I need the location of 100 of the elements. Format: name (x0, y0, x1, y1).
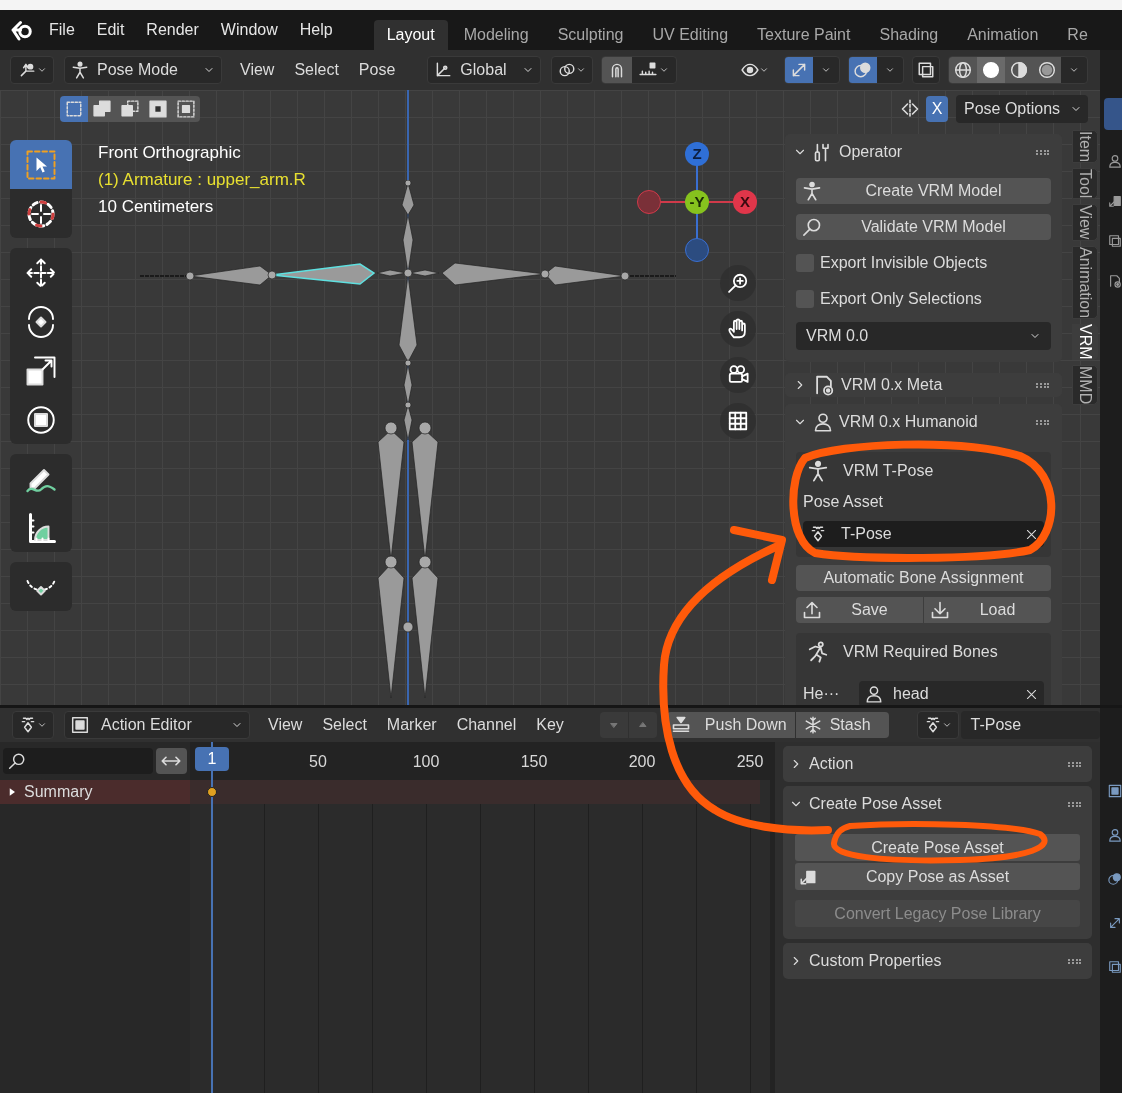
panel-button[interactable]: Copy Pose as Asset (795, 863, 1080, 890)
field-label: He··· (803, 684, 841, 704)
editor-type-button[interactable] (12, 711, 54, 739)
tool-button[interactable] (10, 189, 72, 238)
selection-mode-button[interactable] (88, 95, 116, 122)
action-browse-button[interactable] (916, 711, 959, 739)
menu-item[interactable]: View (230, 58, 285, 82)
move-down-button[interactable] (599, 712, 628, 738)
mirror-icon (900, 98, 920, 119)
menu-item[interactable]: Key (526, 713, 574, 737)
stash-button[interactable]: Stash (795, 712, 889, 738)
swap-button[interactable] (155, 748, 187, 774)
sidebar-tab[interactable]: View (1072, 204, 1098, 241)
menu-item[interactable]: Marker (376, 713, 447, 737)
drag-handle-icon[interactable] (1036, 149, 1050, 155)
channel-row[interactable]: Summary (0, 780, 190, 804)
mode-dropdown[interactable]: Pose Mode (64, 56, 222, 84)
menu-item[interactable]: Channel (446, 713, 527, 737)
panel-title[interactable]: VRM 0.x Humanoid (839, 410, 978, 434)
drag-handle-icon[interactable] (1036, 382, 1050, 388)
workspace-tab[interactable]: Layout (373, 20, 448, 50)
checkbox-label[interactable]: Export Only Selections (820, 287, 982, 311)
editor-type-button[interactable] (10, 56, 54, 84)
drag-handle-icon[interactable] (1068, 761, 1082, 767)
drag-handle-icon[interactable] (1068, 958, 1082, 964)
xray-toggle[interactable] (912, 56, 940, 84)
save-button[interactable]: Save (796, 597, 923, 623)
push-down-button[interactable]: Push Down (666, 712, 795, 738)
tool-button[interactable] (10, 454, 72, 503)
mirror-x-toggle[interactable]: X (926, 95, 948, 122)
overlay-toggle[interactable] (849, 57, 877, 83)
drag-handle-icon[interactable] (1036, 419, 1050, 425)
workspace-tab[interactable]: Modeling (450, 20, 542, 50)
navigation-button[interactable] (720, 357, 756, 393)
menu-item[interactable]: View (258, 713, 313, 737)
keyframe-marker[interactable] (207, 787, 217, 797)
gizmo-toggle[interactable] (785, 57, 813, 83)
pose-options-dropdown[interactable]: Pose Options (956, 94, 1088, 123)
eye-icon (741, 61, 759, 79)
pose-asset-field[interactable]: T-Pose (803, 521, 1044, 547)
sidebar-tab[interactable]: MMD (1072, 364, 1098, 405)
pivot-dropdown[interactable] (551, 56, 594, 84)
workspace-tab[interactable]: Animation (954, 20, 1052, 50)
tool-button[interactable] (10, 395, 72, 444)
load-button[interactable]: Load (924, 597, 1051, 623)
menu-item[interactable]: Edit (85, 18, 136, 42)
shading-button[interactable] (949, 57, 977, 83)
snap-toggle[interactable] (602, 57, 633, 83)
orientation-dropdown[interactable]: Global (427, 56, 542, 84)
drag-handle-icon[interactable] (1068, 801, 1082, 807)
panel-title[interactable]: Action (809, 752, 854, 776)
workspace-tab[interactable]: Re (1054, 20, 1101, 50)
workspace-tab[interactable]: Texture Paint (744, 20, 864, 50)
search-field[interactable] (3, 748, 153, 774)
field-label: Pose Asset (803, 492, 885, 512)
bone-field[interactable]: head (859, 681, 1044, 705)
selection-mode-button[interactable] (172, 95, 200, 122)
pivot-icon (558, 61, 577, 79)
action-name-field[interactable]: T-Pose (960, 711, 1100, 739)
auto-assign-button[interactable]: Automatic Bone Assignment (796, 565, 1051, 591)
tool-button[interactable] (10, 503, 72, 552)
checkbox-label[interactable]: Export Invisible Objects (820, 251, 988, 275)
navigation-button[interactable] (720, 311, 756, 347)
shading-button[interactable] (1005, 57, 1033, 83)
push-down-icon (670, 715, 691, 735)
version-dropdown[interactable]: VRM 0.0 (796, 322, 1051, 350)
selection-mode-button[interactable] (60, 95, 88, 122)
shading-button[interactable] (977, 57, 1005, 83)
workspace-tab[interactable]: UV Editing (639, 20, 742, 50)
move-up-button[interactable] (628, 712, 657, 738)
current-frame-indicator[interactable]: 1 (195, 747, 229, 771)
menu-item[interactable]: Select (284, 58, 349, 82)
property-tab-icon (1108, 152, 1122, 170)
menu-item[interactable]: Window (209, 18, 289, 42)
sidebar-tab[interactable]: Animation (1072, 245, 1098, 320)
create-button[interactable]: Create VRM Model (796, 178, 1051, 204)
navigation-button[interactable] (720, 265, 756, 301)
download-icon (930, 600, 950, 620)
sidebar-tab[interactable]: VRM (1072, 324, 1098, 360)
panel-title[interactable]: Create Pose Asset (809, 792, 942, 816)
validate-button[interactable]: Validate VRM Model (796, 214, 1051, 240)
shading-button[interactable] (1033, 57, 1061, 83)
menu-item[interactable]: Pose (348, 58, 406, 82)
menu-item[interactable]: Help (288, 18, 344, 42)
figure-icon (807, 460, 829, 482)
mode-dropdown[interactable]: Action Editor (64, 711, 250, 739)
panel-title[interactable]: VRM 0.x Meta (841, 373, 943, 397)
navigation-button[interactable] (720, 403, 756, 439)
menu-item[interactable]: Render (135, 18, 210, 42)
panel-title[interactable]: Custom Properties (809, 949, 942, 973)
menu-item[interactable]: Select (312, 713, 377, 737)
user-icon (865, 685, 883, 703)
sidebar-tab[interactable]: Item (1072, 130, 1098, 164)
menu-item[interactable]: File (38, 18, 86, 42)
workspace-tab[interactable]: Sculpting (544, 20, 637, 50)
tool-button[interactable] (10, 562, 72, 611)
sidebar-tab[interactable]: Tool (1072, 168, 1098, 200)
panel-title[interactable]: Operator (839, 140, 903, 164)
workspace-tab[interactable]: Shading (866, 20, 952, 50)
tool-button[interactable] (10, 248, 72, 297)
